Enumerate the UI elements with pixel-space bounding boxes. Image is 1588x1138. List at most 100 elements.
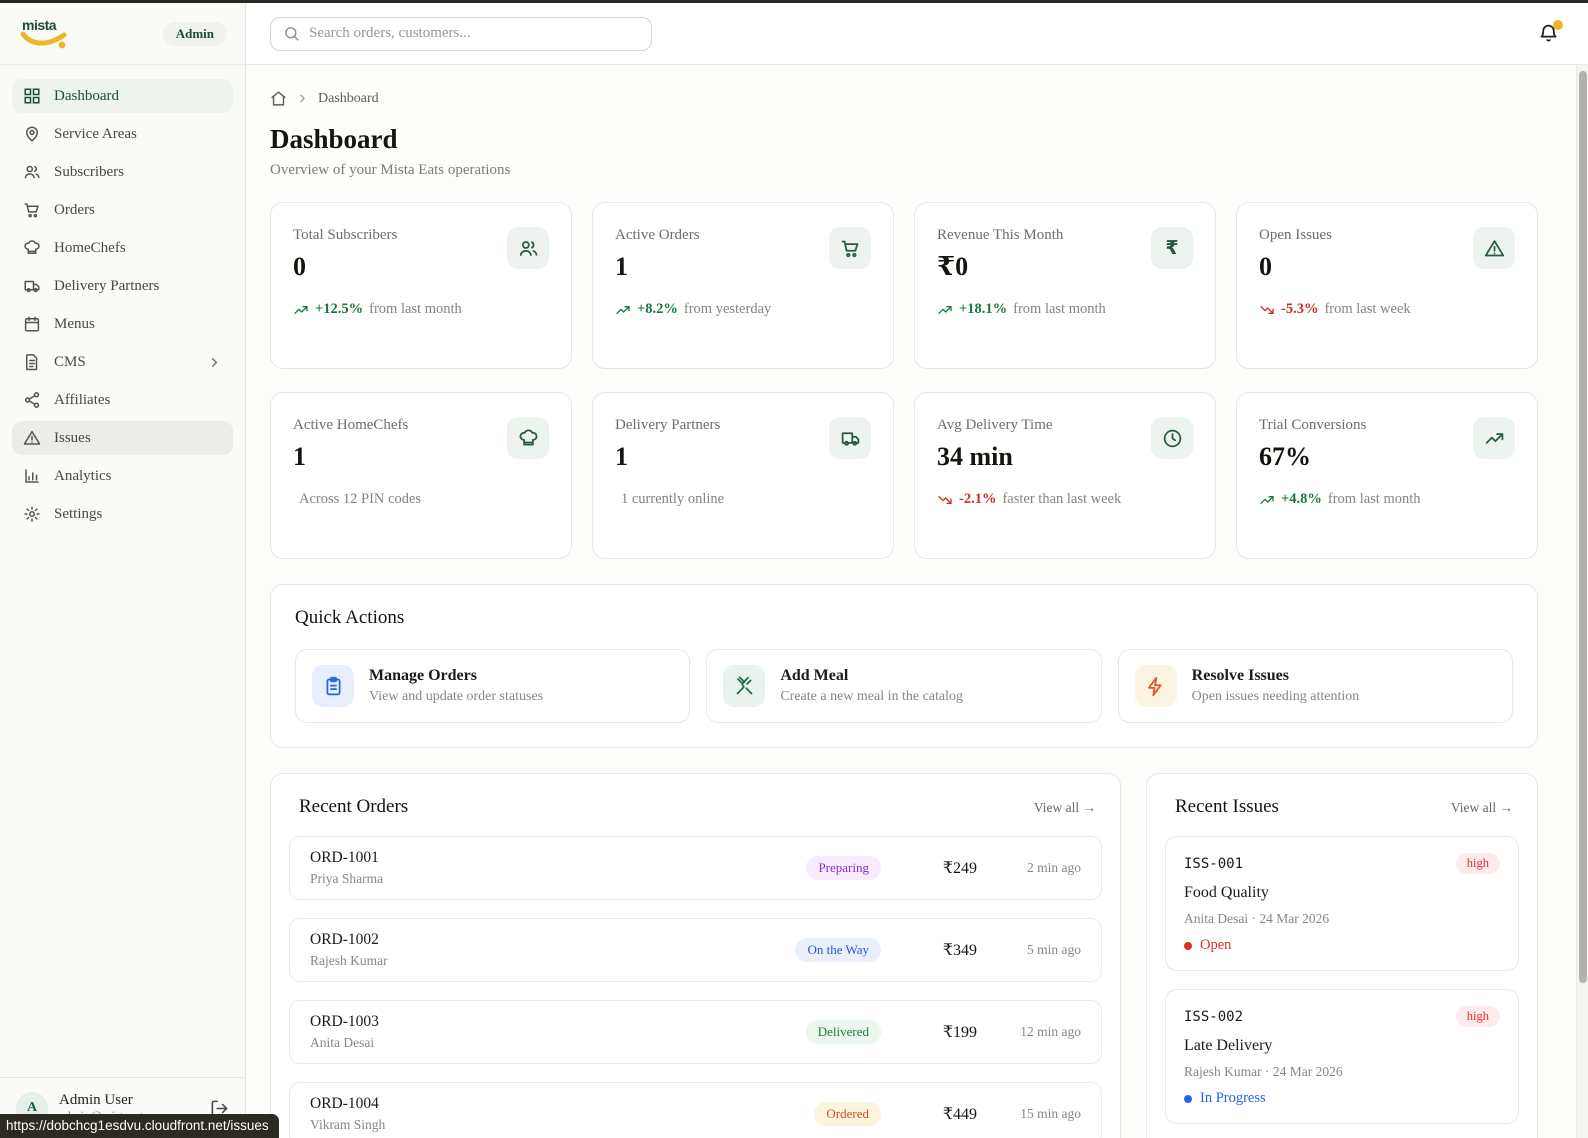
order-id: ORD-1001: [310, 849, 379, 866]
sidebar-item-issues[interactable]: Issues: [12, 421, 233, 455]
breadcrumb-current: Dashboard: [318, 90, 379, 106]
quick-action-desc: Open issues needing attention: [1191, 689, 1360, 704]
stat-card-revenue: Revenue This Month ₹0 +18.1% from last m…: [914, 202, 1216, 369]
issue-id: ISS-002: [1184, 1008, 1244, 1025]
clock-icon: [1151, 417, 1193, 459]
stat-delta: -2.1%: [959, 491, 997, 507]
order-customer: Priya Sharma: [310, 871, 384, 886]
sidebar-item-service-areas[interactable]: Service Areas: [12, 117, 233, 151]
user-name: Admin User: [59, 1092, 133, 1108]
order-price: ₹249: [942, 860, 977, 877]
stat-value: 0: [293, 252, 306, 281]
sidebar: mista Admin Dashboard Service Areas Subs…: [0, 3, 246, 1138]
sidebar-item-cms[interactable]: CMS: [12, 345, 233, 379]
quick-action-manage-orders[interactable]: Manage Orders View and update order stat…: [295, 649, 691, 723]
rupee-icon: ₹: [1151, 227, 1193, 269]
alert-triangle-icon: [23, 429, 41, 447]
order-time: 2 min ago: [1027, 860, 1081, 875]
scrollbar-thumb[interactable]: [1579, 71, 1587, 983]
order-row[interactable]: ORD-1002 Rajesh Kumar On the Way ₹349 5 …: [289, 918, 1102, 982]
sidebar-item-settings[interactable]: Settings: [12, 497, 233, 531]
stat-value: 1: [293, 442, 306, 471]
recent-orders-panel: Recent Orders View all → ORD-1001 Priya …: [270, 773, 1121, 1138]
sidebar-item-affiliates[interactable]: Affiliates: [12, 383, 233, 417]
sidebar-item-label: Delivery Partners: [54, 277, 160, 294]
sidebar-item-label: Settings: [54, 505, 103, 522]
stat-label: Revenue This Month: [937, 227, 1064, 243]
quick-actions-panel: Quick Actions Manage Orders View and upd…: [270, 584, 1538, 748]
vertical-scrollbar[interactable]: [1576, 65, 1588, 1138]
order-row[interactable]: ORD-1003 Anita Desai Delivered ₹199 12 m…: [289, 1000, 1102, 1064]
quick-action-resolve-issues[interactable]: Resolve Issues Open issues needing atten…: [1117, 649, 1513, 723]
issue-card[interactable]: ISS-001 high Food Quality Anita Desai · …: [1165, 836, 1519, 971]
sidebar-item-orders[interactable]: Orders: [12, 193, 233, 227]
map-pin-icon: [23, 125, 41, 143]
sidebar-item-homechefs[interactable]: HomeChefs: [12, 231, 233, 265]
order-id: ORD-1004: [310, 1095, 379, 1112]
chevron-right-icon: [207, 355, 222, 370]
bar-chart-icon: [23, 467, 41, 485]
shopping-cart-icon: [23, 201, 41, 219]
breadcrumb: Dashboard: [270, 90, 1538, 107]
users-icon: [507, 227, 549, 269]
alert-triangle-icon: [1473, 227, 1515, 269]
search-box[interactable]: [270, 16, 652, 51]
status-bar-url: https://dobchcg1esdvu.cloudfront.net/iss…: [0, 1114, 279, 1138]
order-status-badge: Delivered: [805, 1020, 881, 1044]
sidebar-item-dashboard[interactable]: Dashboard: [12, 79, 233, 113]
shopping-cart-icon: [829, 227, 871, 269]
sidebar-item-label: Orders: [54, 201, 95, 218]
trending-up-icon: [1259, 492, 1275, 508]
truck-icon: [23, 277, 41, 295]
stat-trend: 1 currently online: [615, 491, 724, 508]
issue-id: ISS-001: [1184, 855, 1244, 872]
sidebar-item-subscribers[interactable]: Subscribers: [12, 155, 233, 189]
sidebar-item-delivery-partners[interactable]: Delivery Partners: [12, 269, 233, 303]
notifications-button[interactable]: [1538, 19, 1563, 45]
recent-issues-heading: Recent Issues: [1175, 796, 1279, 817]
orders-view-all-link[interactable]: View all →: [1034, 800, 1096, 816]
page-title: Dashboard: [270, 124, 398, 154]
issue-card[interactable]: ISS-002 high Late Delivery Rajesh Kumar …: [1165, 989, 1519, 1124]
order-row[interactable]: ORD-1004 Vikram Singh Ordered ₹449 15 mi…: [289, 1082, 1102, 1138]
issues-view-all-link[interactable]: View all →: [1451, 800, 1513, 816]
stat-note: from last month: [1013, 301, 1106, 317]
order-time: 15 min ago: [1020, 1106, 1081, 1121]
order-row[interactable]: ORD-1001 Priya Sharma Preparing ₹249 2 m…: [289, 836, 1102, 900]
quick-action-title: Manage Orders: [369, 667, 477, 684]
stats-grid-row2: Active HomeChefs 1 Across 12 PIN codes D…: [270, 392, 1538, 559]
stat-value: 0: [1259, 252, 1272, 281]
stat-note: from yesterday: [683, 301, 772, 317]
stat-label: Delivery Partners: [615, 417, 721, 433]
sidebar-item-analytics[interactable]: Analytics: [12, 459, 233, 493]
calendar-icon: [23, 315, 41, 333]
stat-value: ₹0: [937, 252, 969, 281]
sidebar-item-label: Menus: [54, 315, 95, 332]
stat-card-total-subscribers: Total Subscribers 0 +12.5% from last mon…: [270, 202, 572, 369]
trending-up-icon: [293, 302, 309, 318]
logo-swoosh-icon: [20, 31, 67, 48]
stat-trend: -5.3% from last week: [1259, 301, 1411, 318]
search-input[interactable]: [309, 25, 639, 42]
sidebar-item-menus[interactable]: Menus: [12, 307, 233, 341]
chef-hat-icon: [507, 417, 549, 459]
stat-trend: +4.8% from last month: [1259, 491, 1421, 508]
stat-note: from last week: [1324, 301, 1411, 317]
home-icon[interactable]: [270, 90, 287, 107]
stat-value: 1: [615, 442, 628, 471]
stat-trend: -2.1% faster than last week: [937, 491, 1121, 508]
issue-status-label: Open: [1200, 937, 1232, 953]
sidebar-item-label: Subscribers: [54, 163, 124, 180]
clipboard-icon: [312, 665, 354, 707]
dashboard-grid-icon: [23, 87, 41, 105]
stat-note: from last month: [369, 301, 462, 317]
order-status-badge: On the Way: [795, 938, 881, 962]
stat-trend: +12.5% from last month: [293, 301, 462, 318]
trending-down-icon: [937, 492, 953, 508]
page-subtitle: Overview of your Mista Eats operations: [270, 162, 511, 178]
order-status-badge: Preparing: [806, 856, 881, 880]
share-icon: [23, 391, 41, 409]
stat-delta: -5.3%: [1281, 301, 1319, 317]
quick-action-add-meal[interactable]: Add Meal Create a new meal in the catalo…: [706, 649, 1102, 723]
sidebar-item-label: Dashboard: [54, 87, 119, 104]
